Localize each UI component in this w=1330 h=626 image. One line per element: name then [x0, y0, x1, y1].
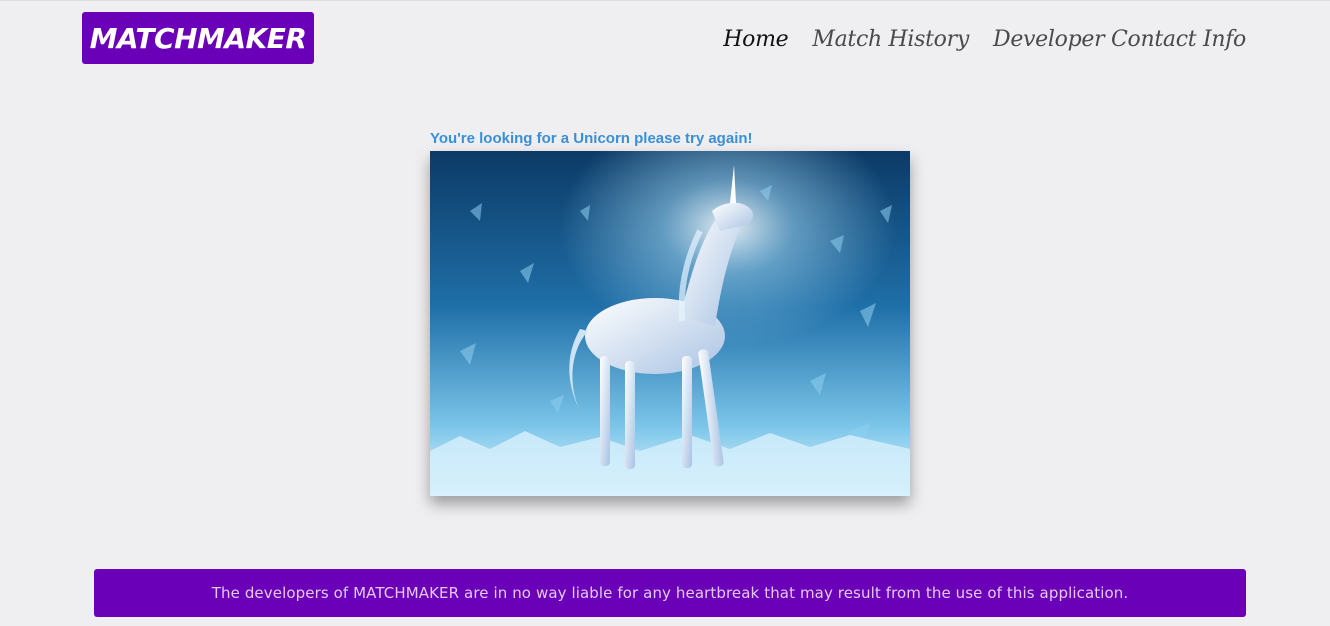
- brand-logo-link[interactable]: MATCHMAKER: [82, 12, 314, 64]
- main-nav: Home Match History Developer Contact Inf…: [723, 21, 1246, 57]
- nav-match-history-link[interactable]: Match History: [812, 27, 969, 52]
- nav-developer-contact-link[interactable]: Developer Contact Info: [993, 27, 1246, 52]
- unicorn-image: [430, 151, 910, 496]
- match-result: You're looking for a Unicorn please try …: [430, 129, 910, 496]
- nav-home-link[interactable]: Home: [723, 27, 788, 52]
- result-message: You're looking for a Unicorn please try …: [430, 130, 753, 147]
- disclaimer-footer: The developers of MATCHMAKER are in no w…: [94, 569, 1246, 617]
- disclaimer-text: The developers of MATCHMAKER are in no w…: [211, 584, 1129, 602]
